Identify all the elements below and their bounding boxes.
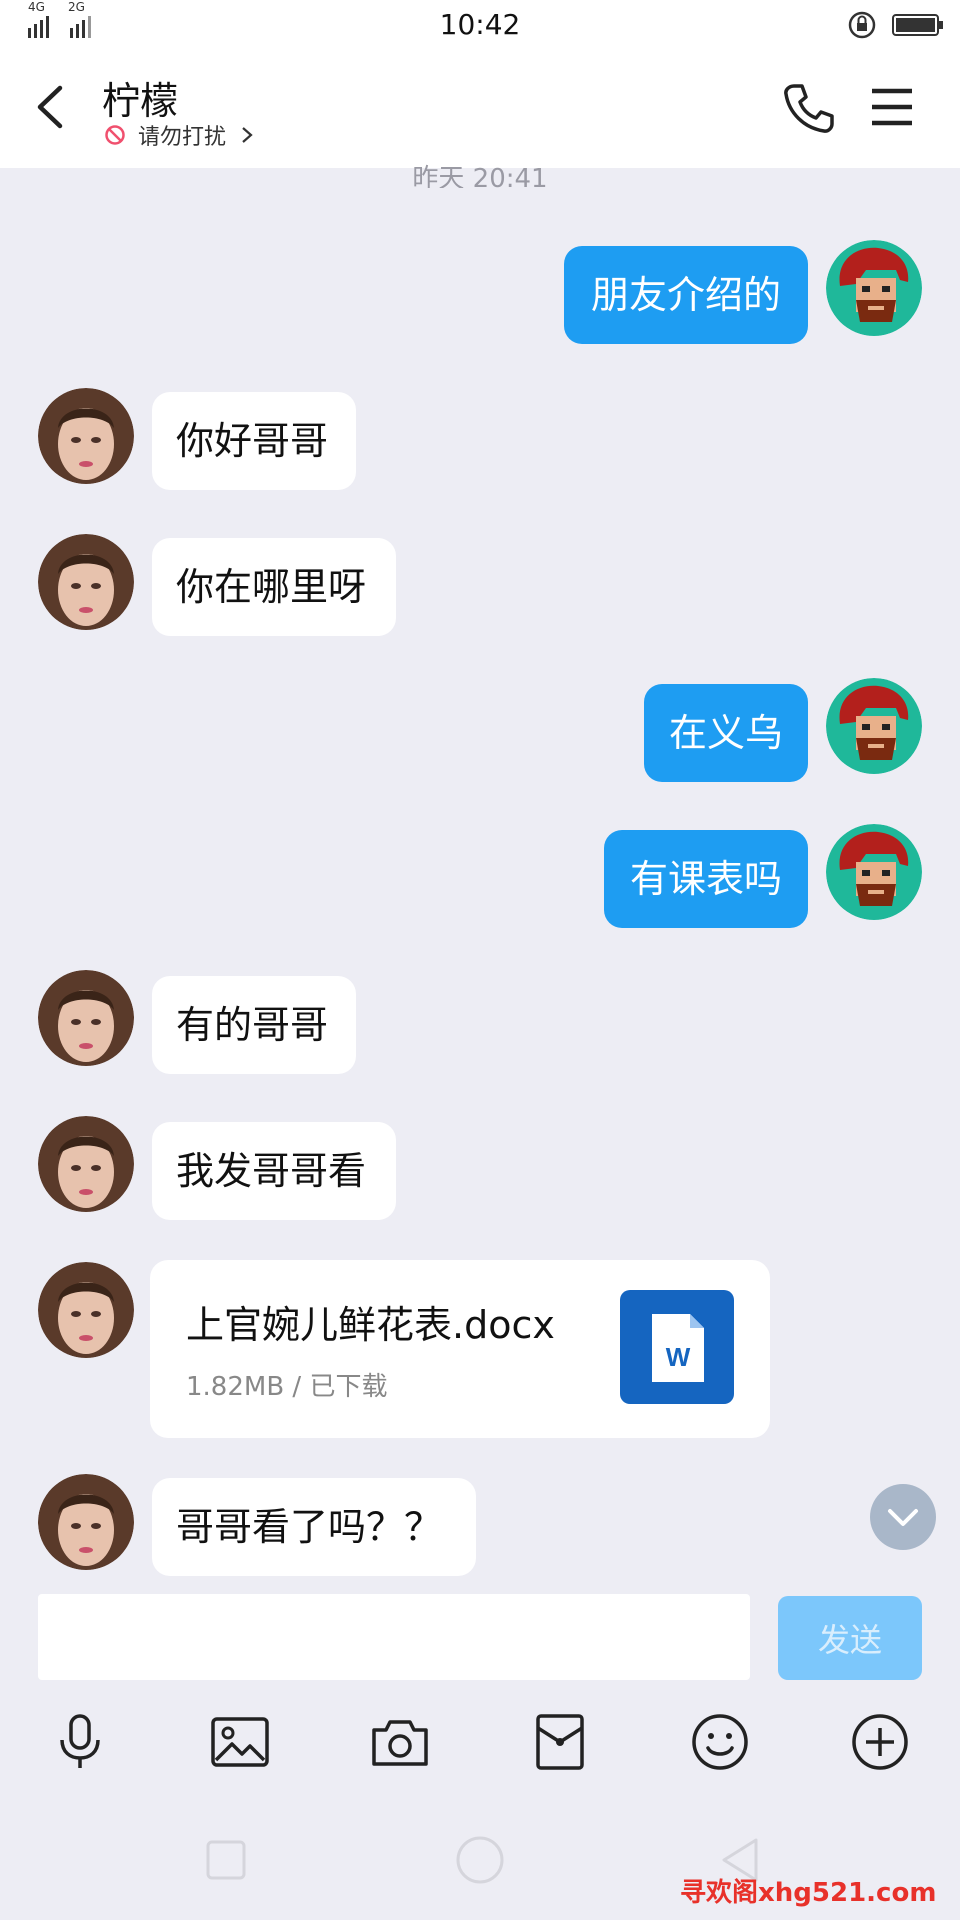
file-size-status: 1.82MB / 已下载 bbox=[186, 1372, 388, 1402]
emoji-icon[interactable] bbox=[688, 1710, 752, 1774]
watermark: 寻欢阁xhg521.com bbox=[680, 1878, 937, 1908]
no-disturb-icon bbox=[105, 125, 125, 145]
outgoing-message-bubble[interactable]: 有课表吗 bbox=[604, 830, 808, 928]
home-button[interactable] bbox=[452, 1832, 508, 1888]
my-avatar[interactable] bbox=[826, 824, 922, 920]
file-name: 上官婉儿鲜花表.docx bbox=[186, 1303, 555, 1347]
contact-avatar[interactable] bbox=[38, 970, 134, 1066]
scroll-to-bottom-button[interactable] bbox=[870, 1484, 936, 1550]
clock: 10:42 bbox=[439, 8, 521, 41]
contact-name: 柠檬 bbox=[102, 79, 179, 123]
contact-avatar[interactable] bbox=[38, 1474, 134, 1570]
status-text: 请勿打扰 bbox=[138, 125, 227, 150]
file-attachment-card[interactable]: 上官婉儿鲜花表.docx 1.82MB / 已下载 W bbox=[150, 1260, 770, 1438]
battery-icon bbox=[892, 14, 943, 36]
recent-apps-button[interactable] bbox=[198, 1832, 254, 1888]
send-button[interactable]: 发送 bbox=[778, 1596, 922, 1680]
incoming-message-bubble[interactable]: 有的哥哥 bbox=[152, 976, 356, 1074]
image-icon[interactable] bbox=[208, 1710, 272, 1774]
my-avatar[interactable] bbox=[826, 240, 922, 336]
incoming-message-bubble[interactable]: 你在哪里呀 bbox=[152, 538, 396, 636]
incoming-message-bubble[interactable]: 我发哥哥看 bbox=[152, 1122, 396, 1220]
contact-avatar[interactable] bbox=[38, 388, 134, 484]
message-timestamp: 昨天 20:41 bbox=[412, 164, 548, 188]
word-document-glyph: W bbox=[652, 1314, 704, 1382]
outgoing-message-bubble[interactable]: 在义乌 bbox=[644, 684, 808, 782]
phone-call-button[interactable] bbox=[780, 80, 836, 136]
status-bar: 4G 2G 10:42 bbox=[0, 0, 960, 50]
rotation-lock-icon bbox=[848, 11, 876, 39]
incoming-message-bubble[interactable]: 哥哥看了吗？？ bbox=[152, 1478, 476, 1576]
menu-button[interactable] bbox=[868, 86, 916, 128]
do-not-disturb-status[interactable]: 请勿打扰 bbox=[104, 120, 254, 150]
contact-avatar[interactable] bbox=[38, 1116, 134, 1212]
contact-avatar[interactable] bbox=[38, 1262, 134, 1358]
mic-icon[interactable] bbox=[48, 1710, 112, 1774]
my-avatar[interactable] bbox=[826, 678, 922, 774]
chevron-right-icon bbox=[242, 127, 253, 143]
word-icon-letter: W bbox=[666, 1342, 691, 1372]
red-packet-icon[interactable] bbox=[528, 1710, 592, 1774]
chevron-down-icon bbox=[888, 1509, 918, 1526]
incoming-message-bubble[interactable]: 你好哥哥 bbox=[152, 392, 356, 490]
plus-icon[interactable] bbox=[848, 1710, 912, 1774]
camera-icon[interactable] bbox=[368, 1710, 432, 1774]
message-input[interactable] bbox=[38, 1594, 750, 1680]
chat-header: 柠檬 请勿打扰 bbox=[0, 50, 960, 168]
outgoing-message-bubble[interactable]: 朋友介绍的 bbox=[564, 246, 808, 344]
back-button[interactable] bbox=[30, 80, 74, 134]
contact-avatar[interactable] bbox=[38, 534, 134, 630]
word-document-icon: W bbox=[620, 1290, 734, 1404]
